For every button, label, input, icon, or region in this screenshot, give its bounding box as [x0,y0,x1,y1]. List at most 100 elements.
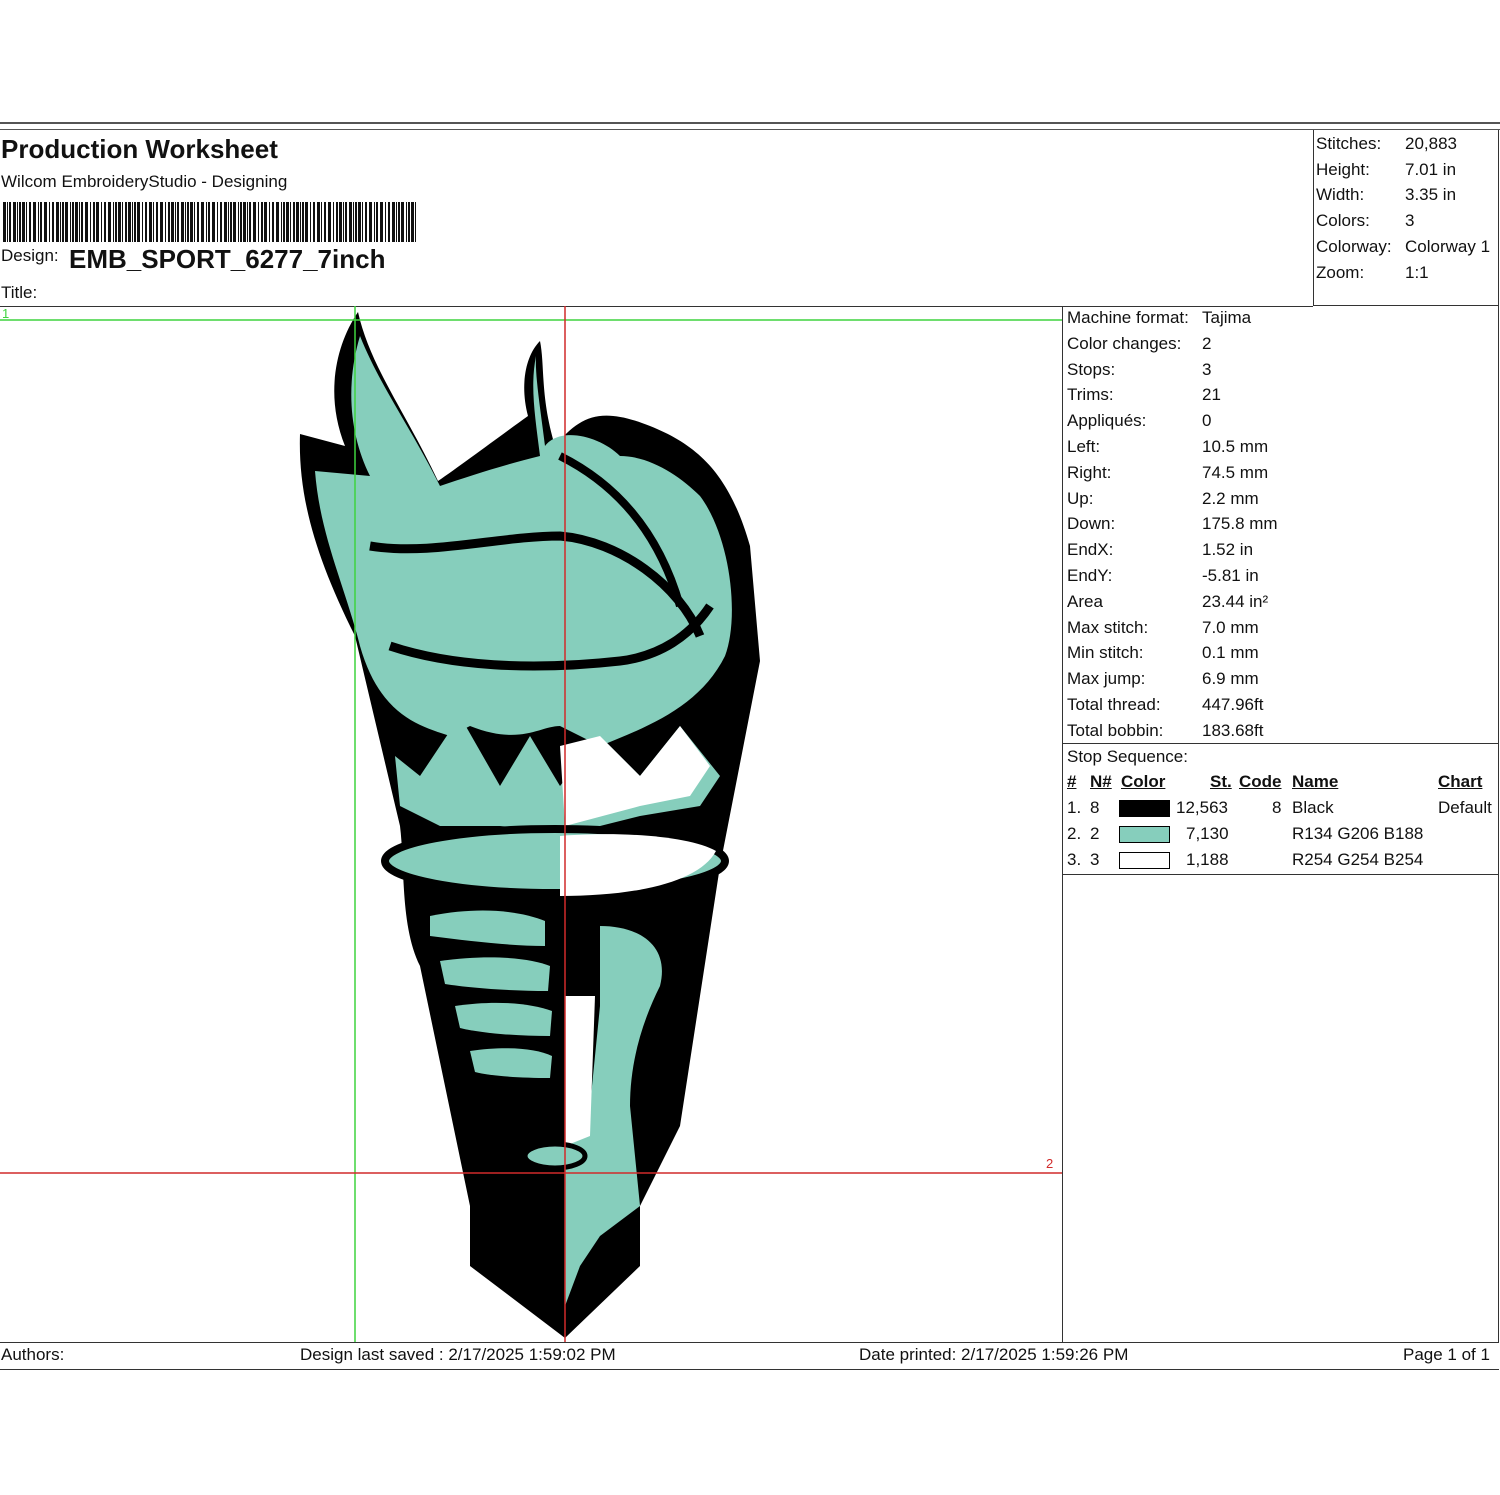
col-header-chart: Chart [1438,772,1483,791]
machine-info-label: Down: [1067,514,1116,534]
barcode-bar [175,202,176,242]
machine-info-label: Max jump: [1067,669,1146,689]
stop-sequence-title: Stop Sequence: [1067,747,1188,766]
design-name: EMB_SPORT_6277_7inch [69,244,386,274]
barcode-bar [247,202,248,242]
summary-value: 3.35 in [1405,185,1457,204]
design-preview: 1 2 [0,306,1062,1342]
page-number: Page 1 of 1 [1403,1345,1490,1364]
barcode-bar [197,202,199,242]
barcode-bar [122,202,123,242]
barcode-bar [177,202,179,242]
barcode-bar [355,202,357,242]
barcode-bar [168,202,170,242]
machine-info-label: Max stitch: [1067,617,1149,637]
barcode-bar [190,202,193,242]
barcode-bar [113,202,114,242]
machine-info-value: 3 [1202,359,1212,379]
machine-info-label: EndY: [1067,566,1113,585]
stop-sequence: Stop Sequence: # N# Color St. Code Name … [1063,743,1498,875]
barcode-bar [22,202,25,242]
barcode-bar [253,202,256,242]
row-name: R134 G206 B188 [1292,824,1424,843]
barcode-bar [128,202,131,242]
title-label: Title: [1,283,38,302]
barcode-bar [240,202,242,242]
barcode-bar [401,202,404,242]
barcode-bar [201,202,204,242]
machine-info-value: -5.81 in [1202,566,1259,585]
machine-info-label: Color changes: [1067,333,1182,353]
row-num: 1. [1067,798,1082,817]
barcode-bar [321,202,322,242]
barcode-bar [302,202,304,242]
barcode-bar [345,202,347,242]
barcode-bar [300,202,301,242]
barcode-bar [333,202,334,242]
machine-info-label: Min stitch: [1067,643,1144,663]
machine-info-label: Trims: [1067,385,1114,405]
top-rule [0,122,1500,124]
machine-info-value: 7.0 mm [1202,617,1259,637]
machine-info-label: Appliqués: [1067,411,1147,431]
barcode-bar [40,202,42,242]
barcode-bar [353,202,354,242]
barcode-bar [3,202,6,242]
barcode-bar [305,202,308,242]
barcode-bar [79,202,80,242]
barcode-bar [125,202,127,242]
summary-value: 7.01 in [1405,160,1457,179]
barcode-bar [411,202,414,242]
machine-info-value: 0.1 mm [1202,643,1259,663]
barcode-bar [108,202,111,242]
barcode-bar [56,202,59,242]
machine-info-value: 447.96ft [1202,695,1264,714]
machine-info-label: EndX: [1067,540,1114,560]
barcode-bar [374,202,375,242]
barcode-bar [142,202,143,242]
barcode-bar [339,202,342,242]
barcode-bar [238,202,239,242]
barcode-bar [85,202,88,242]
barcode-bar [396,202,397,242]
barcode [3,202,416,242]
barcode-bar [187,202,189,242]
barcode-bar [52,202,54,242]
barcode-bar [290,202,291,242]
barcode-bar [38,202,39,242]
row-num: 2. [1067,824,1082,843]
barcode-bar [44,202,47,242]
barcode-bar [233,202,236,242]
barcode-bar [269,202,270,242]
barcode-bar [249,202,251,242]
barcode-bar [13,202,16,242]
machine-info-value: 74.5 mm [1202,462,1269,482]
worksheet: Production Worksheet Wilcom EmbroiderySt… [0,122,1500,1370]
barcode-bar [206,202,207,242]
barcode-bar [156,202,158,242]
barcode-bar [134,202,136,242]
barcode-bar [165,202,166,242]
barcode-bar [149,202,152,242]
barcode-bar [118,202,121,242]
summary-label: Height: [1316,160,1370,179]
barcode-bar [33,202,36,242]
barcode-bar [349,202,352,242]
col-header-num: # [1067,772,1077,791]
barcode-bar [324,202,326,242]
col-header-name: Name [1292,772,1339,791]
row-needle: 2 [1090,824,1100,843]
summary-value: 1:1 [1405,263,1429,282]
barcode-bar [72,202,74,242]
barcode-bar [264,202,267,242]
barcode-bar [365,202,367,242]
barcode-bar [81,202,83,242]
machine-info-value: 6.9 mm [1202,669,1259,689]
machine-info-value: Tajima [1202,308,1252,327]
barcode-bar [29,202,31,242]
barcode-bar [362,202,363,242]
worksheet-footer: Authors: Design last saved : 2/17/2025 1… [0,1342,1499,1370]
barcode-bar [385,202,386,242]
machine-info-value: 10.5 mm [1202,437,1269,456]
barcode-bar [220,202,222,242]
